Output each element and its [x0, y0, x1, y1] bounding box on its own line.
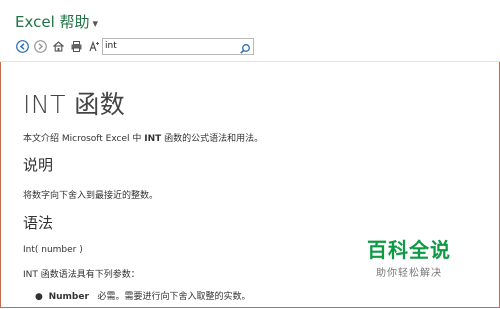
header-divider — [0, 61, 500, 62]
page-title: INT 函数 — [23, 90, 126, 119]
intro-text: 本文介绍 Microsoft Excel 中 INT 函数的公式语法和用法。 — [23, 131, 263, 144]
section-heading-description: 说明 — [23, 156, 54, 174]
window-title-text: Excel 帮助 — [15, 13, 90, 31]
intro-text-function: INT — [144, 134, 162, 144]
param-list-item: ● Number 必需。需要进行向下舍入取整的实数。 — [35, 289, 251, 302]
font-size-icon[interactable] — [87, 39, 101, 53]
syntax-params-intro: INT 函数语法具有下列参数： — [23, 270, 140, 280]
back-icon[interactable] — [15, 39, 29, 53]
title-dropdown-icon[interactable]: ▾ — [93, 17, 99, 30]
section-heading-syntax: 语法 — [23, 214, 54, 232]
watermark-logo-text: 百科全说 — [367, 238, 451, 262]
home-icon[interactable] — [51, 39, 65, 53]
watermark: 百科全说 助你轻松解决 — [367, 234, 451, 279]
syntax-signature: Int( number ) — [23, 245, 83, 255]
window-title[interactable]: Excel 帮助 ▾ — [15, 11, 98, 32]
help-header: Excel 帮助 ▾ — [0, 0, 500, 62]
intro-text-pre: 本文介绍 Microsoft Excel 中 — [23, 134, 145, 144]
forward-icon[interactable] — [33, 39, 47, 53]
bullet-dot: ● — [35, 292, 49, 302]
search-icon[interactable] — [239, 40, 251, 54]
param-name: Number — [48, 292, 89, 302]
description-text: 将数字向下舍入到最接近的整数。 — [23, 191, 159, 201]
toolbar — [15, 37, 105, 55]
intro-text-post: 函数的公式语法和用法。 — [161, 134, 264, 144]
watermark-tagline: 助你轻松解决 — [376, 268, 442, 279]
param-description: 必需。需要进行向下舍入取整的实数。 — [97, 292, 251, 302]
search-box[interactable] — [102, 38, 254, 55]
search-input[interactable] — [105, 39, 233, 52]
print-icon[interactable] — [69, 39, 83, 53]
